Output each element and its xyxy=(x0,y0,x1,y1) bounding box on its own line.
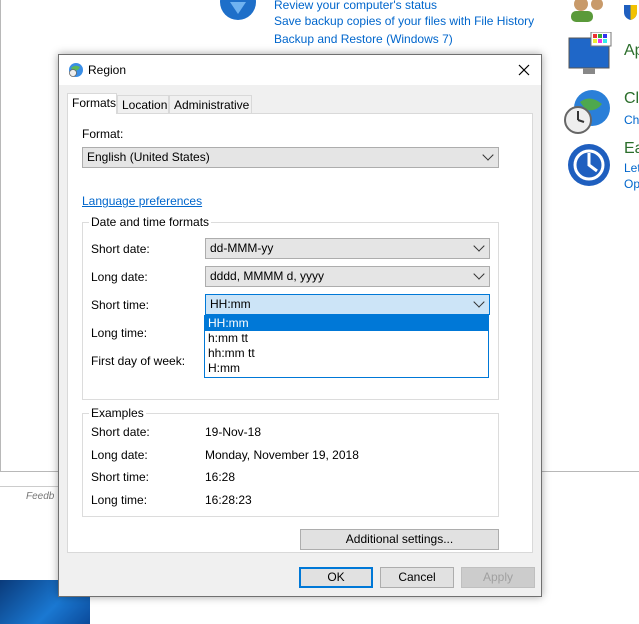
short-time-value: HH:mm xyxy=(210,297,251,311)
format-label: Format: xyxy=(82,127,124,141)
close-icon xyxy=(518,64,530,76)
review-status-link[interactable]: Review your computer's status xyxy=(274,0,437,12)
date-time-formats-title: Date and time formats xyxy=(89,215,212,229)
short-date-label: Short date: xyxy=(91,242,150,256)
short-time-label: Short time: xyxy=(91,298,150,312)
example-short-time-value: 16:28 xyxy=(205,470,236,484)
clock-region-sub[interactable]: Ch xyxy=(624,113,639,127)
file-history-link[interactable]: Save backup copies of your files with Fi… xyxy=(274,14,534,28)
additional-settings-button[interactable]: Additional settings... xyxy=(300,529,499,550)
example-long-time-label: Long time: xyxy=(91,493,148,507)
dialog-titlebar[interactable]: Region xyxy=(59,55,541,85)
examples-title: Examples xyxy=(89,406,146,420)
example-short-date-value: 19-Nov-18 xyxy=(205,425,262,439)
feedback-link[interactable]: Feedb xyxy=(26,491,54,502)
short-date-value: dd-MMM-yy xyxy=(210,241,274,255)
ease-of-access-sub2[interactable]: Op xyxy=(624,177,639,191)
tab-location[interactable]: Location xyxy=(117,95,169,113)
appearance-icon xyxy=(568,32,612,74)
chevron-down-icon xyxy=(482,149,494,161)
shield-icon xyxy=(624,5,637,20)
ease-of-access-sub1[interactable]: Let xyxy=(624,161,639,175)
chevron-down-icon xyxy=(473,296,485,308)
short-date-select[interactable]: dd-MMM-yy xyxy=(205,238,490,259)
long-date-select[interactable]: dddd, MMMM d, yyyy xyxy=(205,266,490,287)
dropdown-option[interactable]: HH:mm xyxy=(205,316,488,331)
format-select[interactable]: English (United States) xyxy=(82,147,499,168)
clock-region-title[interactable]: Cl xyxy=(624,90,639,108)
apply-button[interactable]: Apply xyxy=(461,567,535,588)
long-time-label: Long time: xyxy=(91,326,148,340)
chevron-down-icon xyxy=(473,240,485,252)
close-button[interactable] xyxy=(507,55,541,85)
short-time-select[interactable]: HH:mm xyxy=(205,294,490,315)
dropdown-option[interactable]: h:mm tt xyxy=(205,331,488,346)
backup-restore-link[interactable]: Backup and Restore (Windows 7) xyxy=(274,32,453,46)
dropdown-option[interactable]: hh:mm tt xyxy=(205,346,488,361)
clock-region-icon xyxy=(564,90,610,134)
format-select-value: English (United States) xyxy=(87,150,210,164)
example-long-date-label: Long date: xyxy=(91,448,148,462)
first-day-of-week-label: First day of week: xyxy=(91,354,186,368)
example-long-date-value: Monday, November 19, 2018 xyxy=(205,448,359,462)
cancel-button[interactable]: Cancel xyxy=(380,567,454,588)
appearance-title[interactable]: Ap xyxy=(624,42,639,60)
example-short-date-label: Short date: xyxy=(91,425,150,439)
long-date-value: dddd, MMMM d, yyyy xyxy=(210,269,325,283)
long-date-label: Long date: xyxy=(91,270,148,284)
region-globe-icon xyxy=(69,63,83,77)
language-preferences-link[interactable]: Language preferences xyxy=(82,194,202,208)
security-icon xyxy=(220,0,256,20)
footer-divider xyxy=(0,486,60,487)
tab-administrative[interactable]: Administrative xyxy=(169,95,252,113)
example-short-time-label: Short time: xyxy=(91,470,150,484)
user-accounts-icon xyxy=(571,0,603,22)
dropdown-option[interactable]: H:mm xyxy=(205,361,488,376)
example-long-time-value: 16:28:23 xyxy=(205,493,252,507)
short-time-dropdown-list: HH:mm h:mm tt hh:mm tt H:mm xyxy=(204,315,489,378)
ease-of-access-title[interactable]: Ea xyxy=(624,140,639,158)
ease-of-access-icon xyxy=(568,144,610,186)
dialog-title: Region xyxy=(88,63,127,77)
chevron-down-icon xyxy=(473,268,485,280)
tab-formats[interactable]: Formats xyxy=(67,93,117,114)
ok-button[interactable]: OK xyxy=(299,567,373,588)
